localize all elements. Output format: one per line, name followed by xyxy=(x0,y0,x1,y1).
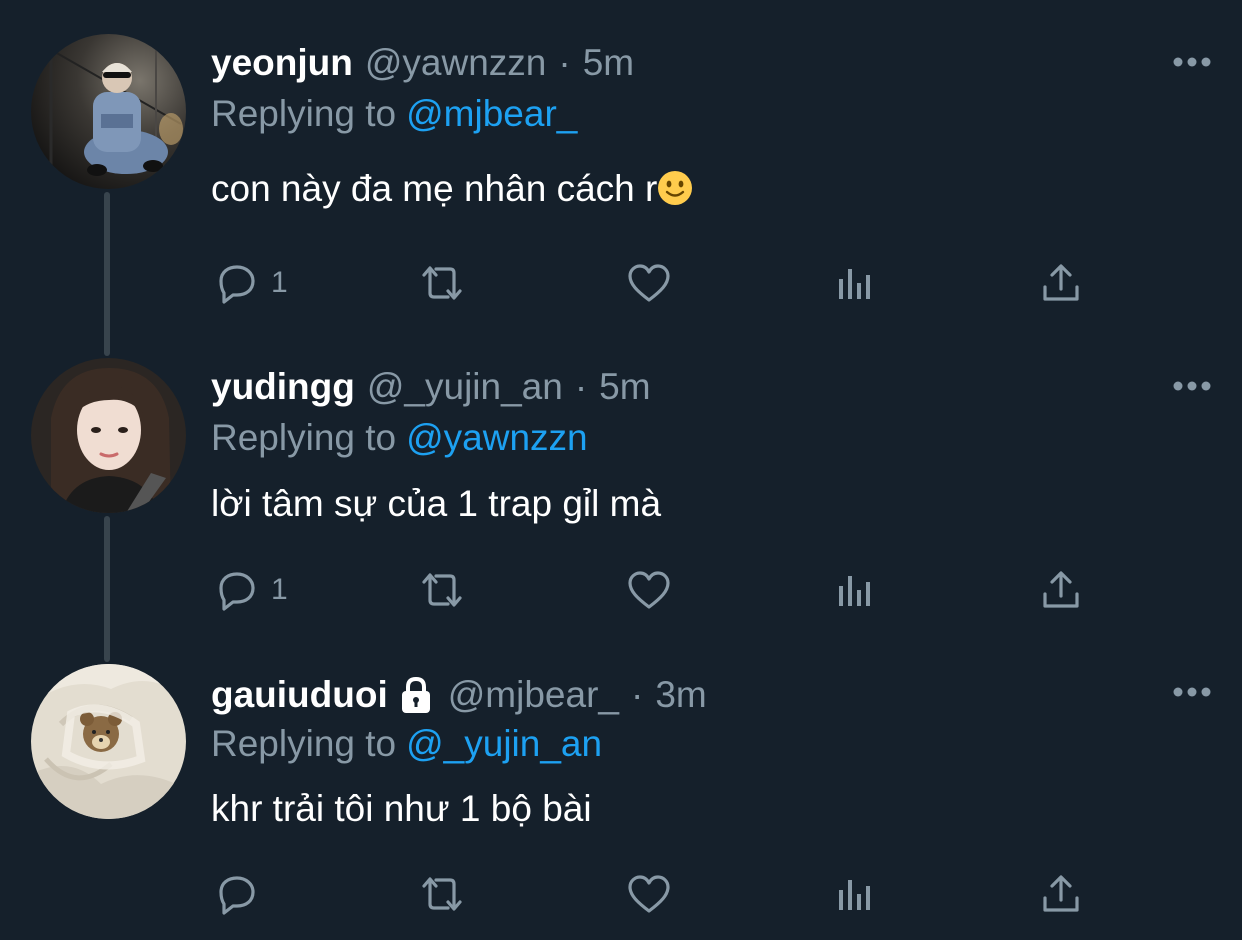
tweet-actions: 1 xyxy=(0,253,1242,313)
display-name[interactable]: yeonjun xyxy=(211,38,353,88)
retweet-button[interactable] xyxy=(418,864,466,924)
like-icon xyxy=(628,264,670,302)
tweet[interactable]: gauiuduoi @mjbear_ · 3m Replying to @_yuj… xyxy=(0,650,1242,940)
reply-count: 1 xyxy=(271,573,288,606)
reply-count: 1 xyxy=(271,266,288,299)
tweet-header: yeonjun @yawnzzn · 5m xyxy=(211,38,634,88)
like-icon xyxy=(628,571,670,609)
mention-link[interactable]: @mjbear_ xyxy=(406,93,577,134)
user-handle[interactable]: @yawnzzn xyxy=(365,38,547,88)
share-button[interactable] xyxy=(1037,253,1085,313)
analytics-button[interactable] xyxy=(832,864,880,924)
timestamp[interactable]: 3m xyxy=(655,670,706,720)
tweet-header: gauiuduoi @mjbear_ · 3m xyxy=(211,670,707,720)
tweet-body: lời tâm sự của 1 trap gỉl mà xyxy=(211,483,662,524)
mention-link[interactable]: @_yujin_an xyxy=(406,723,602,764)
replying-label: Replying to xyxy=(211,417,397,458)
share-icon xyxy=(1043,571,1079,608)
tweet[interactable]: yudingg @_yujin_an · 5m Replying to @yawn… xyxy=(0,340,1242,650)
share-icon xyxy=(1043,264,1079,301)
avatar[interactable] xyxy=(31,358,186,513)
share-icon xyxy=(1043,875,1079,912)
replying-to: Replying to @_yujin_an xyxy=(211,719,602,769)
reply-icon xyxy=(219,876,255,915)
share-button[interactable] xyxy=(1037,560,1085,620)
timestamp[interactable]: 5m xyxy=(599,362,650,412)
tweet-actions xyxy=(0,864,1242,924)
replying-label: Replying to xyxy=(211,723,397,764)
analytics-button[interactable] xyxy=(832,560,880,620)
tweet-body: con này đa mẹ nhân cách r xyxy=(211,168,658,209)
retweet-button[interactable] xyxy=(418,253,466,313)
separator: · xyxy=(558,42,571,83)
tweet-actions: 1 xyxy=(0,560,1242,620)
user-handle[interactable]: @_yujin_an xyxy=(367,362,563,412)
display-name[interactable]: gauiuduoi xyxy=(211,670,388,720)
reply-icon xyxy=(219,265,255,304)
reply-thread: yeonjun @yawnzzn · 5m Replying to @mjbear… xyxy=(0,0,1242,940)
reply-button[interactable]: 1 xyxy=(213,560,288,620)
tweet-header: yudingg @_yujin_an · 5m xyxy=(211,362,651,412)
replying-to: Replying to @mjbear_ xyxy=(211,89,577,139)
tweet-text: lời tâm sự của 1 trap gỉl mà xyxy=(211,479,661,529)
tweet-text: con này đa mẹ nhân cách r xyxy=(211,164,693,214)
separator: · xyxy=(574,366,588,407)
like-button[interactable] xyxy=(625,253,673,313)
analytics-button[interactable] xyxy=(832,253,880,313)
avatar[interactable] xyxy=(31,664,186,819)
analytics-icon xyxy=(839,576,870,606)
replying-to: Replying to @yawnzzn xyxy=(211,413,588,463)
analytics-icon xyxy=(839,269,870,299)
like-icon xyxy=(628,875,670,913)
share-button[interactable] xyxy=(1037,864,1085,924)
retweet-button[interactable] xyxy=(418,560,466,620)
retweet-icon xyxy=(422,573,462,607)
replying-label: Replying to xyxy=(211,93,397,134)
display-name[interactable]: yudingg xyxy=(211,362,355,412)
reply-icon xyxy=(219,572,255,611)
avatar[interactable] xyxy=(31,34,186,189)
tweet[interactable]: yeonjun @yawnzzn · 5m Replying to @mjbear… xyxy=(0,0,1242,340)
user-handle[interactable]: @mjbear_ xyxy=(448,670,619,720)
separator: · xyxy=(630,674,644,715)
more-icon[interactable] xyxy=(1172,682,1212,702)
timestamp[interactable]: 5m xyxy=(583,38,634,88)
reply-button[interactable]: 1 xyxy=(213,253,288,313)
tweet-body: khr trải tôi như 1 bộ bài xyxy=(211,788,592,829)
reply-button[interactable] xyxy=(213,864,271,924)
analytics-icon xyxy=(839,880,870,910)
more-icon[interactable] xyxy=(1172,52,1212,72)
like-button[interactable] xyxy=(625,864,673,924)
lock-icon xyxy=(401,676,430,713)
retweet-icon xyxy=(422,877,462,911)
tweet-text: khr trải tôi như 1 bộ bài xyxy=(211,784,592,834)
more-icon[interactable] xyxy=(1172,376,1212,396)
slightly-smiling-face-icon xyxy=(658,171,693,205)
retweet-icon xyxy=(422,266,462,300)
like-button[interactable] xyxy=(625,560,673,620)
mention-link[interactable]: @yawnzzn xyxy=(406,417,588,458)
